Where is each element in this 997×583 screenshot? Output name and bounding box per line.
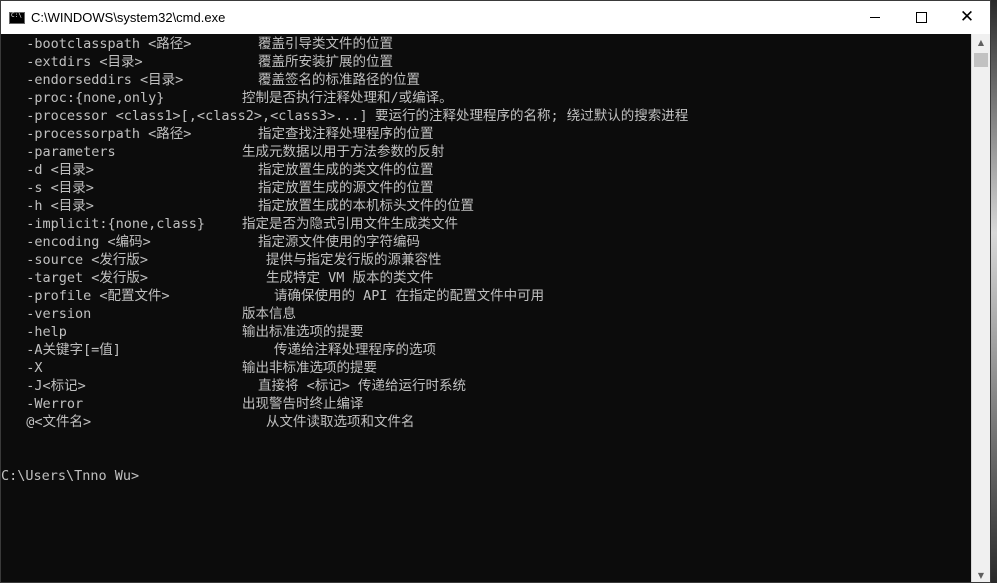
option-name: -processorpath <路径>: [10, 126, 192, 142]
option-description: 指定放置生成的类文件的位置: [258, 162, 434, 178]
option-description: 指定放置生成的本机标头文件的位置: [258, 198, 474, 214]
option-description: 指定查找注释处理程序的位置: [258, 126, 434, 142]
console-line: @<文件名> 从文件读取选项和文件名: [10, 413, 414, 431]
console-line: -implicit:{none,class} 指定是否为隐式引用文件生成类文件: [10, 215, 458, 233]
option-name: -help: [10, 324, 67, 340]
scroll-up-arrow-icon[interactable]: ▲: [972, 34, 990, 51]
scroll-down-arrow-icon[interactable]: ▼: [972, 567, 990, 582]
minimize-button[interactable]: [852, 1, 898, 34]
console-line: -d <目录> 指定放置生成的类文件的位置: [10, 161, 433, 179]
console-line: -version 版本信息: [10, 305, 368, 323]
option-description: 指定放置生成的源文件的位置: [258, 180, 434, 196]
option-description: 覆盖签名的标准路径的位置: [258, 72, 420, 88]
console-line: -Werror 出现警告时终止编译: [10, 395, 368, 413]
option-description: 传递给注释处理程序的选项: [274, 342, 436, 358]
option-name: -source <发行版>: [10, 252, 149, 268]
console-line: -source <发行版> 提供与指定发行版的源兼容性: [10, 251, 441, 269]
option-description: 生成特定 VM 版本的类文件: [266, 270, 434, 286]
option-description: 请确保使用的 API 在指定的配置文件中可用: [274, 288, 545, 304]
close-icon: ✕: [959, 7, 975, 27]
option-description: 覆盖所安装扩展的位置: [258, 54, 393, 70]
option-name: -s <目录>: [10, 180, 94, 196]
console-line: -help 输出标准选项的提要: [10, 323, 368, 341]
option-description: 要运行的注释处理程序的名称; 绕过默认的搜索进程: [375, 108, 689, 124]
console-line: -J<标记> 直接将 <标记> 传递给运行时系统: [10, 377, 466, 395]
console-line: -processorpath <路径> 指定查找注释处理程序的位置: [10, 125, 433, 143]
console-line: -extdirs <目录> 覆盖所安装扩展的位置: [10, 53, 393, 71]
console-line: -profile <配置文件> 请确保使用的 API 在指定的配置文件中可用: [10, 287, 544, 305]
option-description: 输出标准选项的提要: [242, 324, 364, 340]
option-description: 指定是否为隐式引用文件生成类文件: [242, 216, 458, 232]
option-name: -target <发行版>: [10, 270, 149, 286]
option-name: -implicit:{none,class}: [10, 216, 206, 232]
window-title: C:\WINDOWS\system32\cmd.exe: [31, 10, 226, 25]
option-description: 版本信息: [242, 306, 296, 322]
command-prompt[interactable]: C:\Users\Tnno Wu>: [1, 467, 368, 485]
maximize-icon: [915, 12, 927, 23]
option-name: @<文件名>: [10, 414, 92, 430]
console-line: -parameters 生成元数据以用于方法参数的反射: [10, 143, 444, 161]
console-line: -processor <class1>[,<class2>,<class3>..…: [10, 107, 688, 125]
option-name: -parameters: [10, 144, 116, 160]
minimize-icon: [870, 17, 880, 18]
option-name: -Werror: [10, 396, 84, 412]
option-description: 从文件读取选项和文件名: [266, 414, 415, 430]
option-name: -extdirs <目录>: [10, 54, 143, 70]
option-name: -encoding <编码>: [10, 234, 151, 250]
console-line: -target <发行版> 生成特定 VM 版本的类文件: [10, 269, 433, 287]
console-line: -encoding <编码> 指定源文件使用的字符编码: [10, 233, 420, 251]
option-description: 提供与指定发行版的源兼容性: [266, 252, 442, 268]
background-window-edge: [991, 0, 997, 583]
title-bar[interactable]: C:\WINDOWS\system32\cmd.exe ✕: [1, 1, 990, 34]
option-description: 控制是否执行注释处理和/或编译。: [242, 90, 453, 106]
cmd-app-icon[interactable]: [9, 11, 25, 24]
vertical-scrollbar[interactable]: ▲ ▼: [971, 34, 990, 582]
scrollbar-thumb[interactable]: [974, 53, 988, 67]
option-description: 覆盖引导类文件的位置: [258, 36, 393, 52]
option-description: 出现警告时终止编译: [242, 396, 364, 412]
console-line: -X 输出非标准选项的提要: [10, 359, 377, 377]
option-name: -d <目录>: [10, 162, 94, 178]
option-description: 输出非标准选项的提要: [242, 360, 377, 376]
option-name: -A关键字[=值]: [10, 342, 121, 358]
console-lines: -bootclasspath <路径> 覆盖引导类文件的位置 -extdirs <…: [1, 35, 688, 485]
maximize-button[interactable]: [898, 1, 944, 34]
option-description: 指定源文件使用的字符编码: [258, 234, 420, 250]
option-name: -bootclasspath <路径>: [10, 36, 192, 52]
cmd-window: C:\WINDOWS\system32\cmd.exe ✕ -bootclass…: [0, 0, 991, 583]
option-name: -endorseddirs <目录>: [10, 72, 184, 88]
option-name: -h <目录>: [10, 198, 94, 214]
console-line: -h <目录> 指定放置生成的本机标头文件的位置: [10, 197, 474, 215]
console-line: -s <目录> 指定放置生成的源文件的位置: [10, 179, 433, 197]
console-line: -proc:{none,only} 控制是否执行注释处理和/或编译。: [10, 89, 452, 107]
option-name: -X: [10, 360, 43, 376]
console-output[interactable]: -bootclasspath <路径> 覆盖引导类文件的位置 -extdirs <…: [1, 34, 971, 582]
option-name: -processor <class1>[,<class2>,<class3>..…: [10, 108, 368, 124]
option-description: 生成元数据以用于方法参数的反射: [242, 144, 445, 160]
option-description: 直接将 <标记> 传递给运行时系统: [258, 378, 467, 394]
option-name: -J<标记>: [10, 378, 86, 394]
console-line: -endorseddirs <目录> 覆盖签名的标准路径的位置: [10, 71, 420, 89]
console-line: -bootclasspath <路径> 覆盖引导类文件的位置: [10, 35, 393, 53]
option-name: -proc:{none,only}: [10, 90, 165, 106]
option-name: -profile <配置文件>: [10, 288, 170, 304]
option-name: -version: [10, 306, 92, 322]
close-button[interactable]: ✕: [944, 1, 990, 34]
console-line: -A关键字[=值] 传递给注释处理程序的选项: [10, 341, 436, 359]
